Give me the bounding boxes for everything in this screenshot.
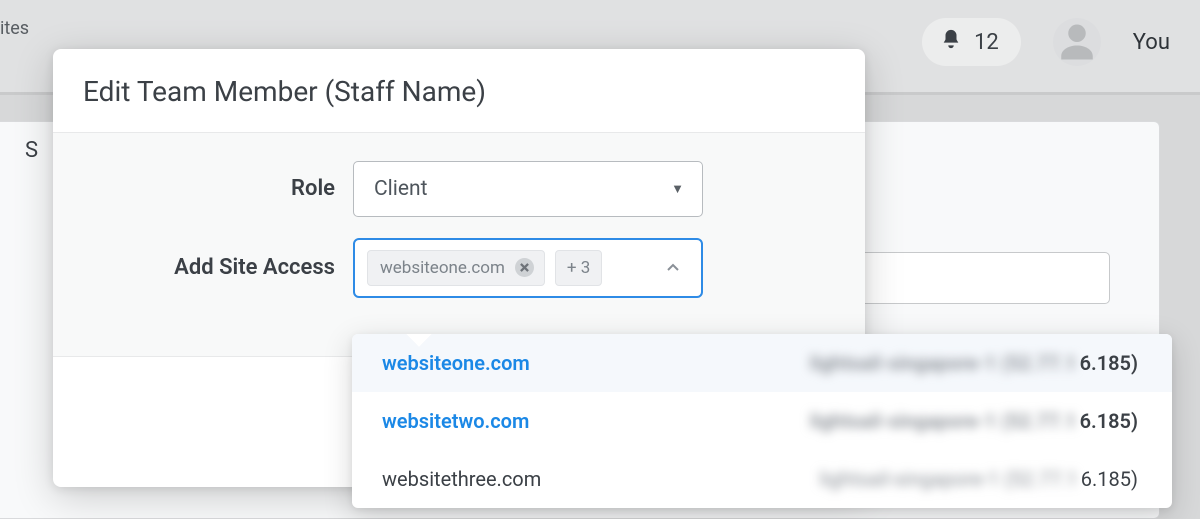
bell-icon: [940, 28, 962, 56]
modal-body: Role Client ▼ Add Site Access websiteone…: [53, 133, 865, 357]
option-site: websiteone.com: [382, 351, 530, 375]
dropdown-option[interactable]: websitethree.com lightsail-singapore-1 (…: [352, 450, 1172, 508]
role-label: Role: [53, 176, 353, 201]
appbar-right: 12 You: [922, 18, 1170, 66]
option-site: websitetwo.com: [382, 409, 529, 433]
caret-down-icon: ▼: [671, 181, 684, 197]
user-icon: [1056, 21, 1098, 63]
tag-label: websiteone.com: [380, 258, 505, 278]
chevron-up-icon: [665, 260, 681, 276]
site-access-multiselect[interactable]: websiteone.com + 3: [353, 238, 703, 298]
bg-fragment: S: [25, 138, 38, 163]
role-value: Client: [374, 177, 427, 201]
avatar[interactable]: [1053, 18, 1101, 66]
option-meta: lightsail-singapore-1 (52.77.1 6.185): [810, 351, 1138, 375]
role-row: Role Client ▼: [53, 149, 865, 228]
site-access-row: Add Site Access websiteone.com + 3: [53, 228, 865, 307]
dropdown-option[interactable]: websiteone.com lightsail-singapore-1 (52…: [352, 334, 1172, 392]
remove-tag-button[interactable]: [515, 258, 534, 277]
role-select[interactable]: Client ▼: [353, 161, 703, 217]
site-access-label: Add Site Access: [53, 255, 353, 280]
notification-count: 12: [974, 30, 999, 55]
option-meta: lightsail-singapore-1 (52.77.1 6.185): [819, 467, 1138, 491]
appbar-nav: ites: [0, 18, 29, 39]
dropdown-toggle[interactable]: [657, 260, 689, 276]
site-dropdown: websiteone.com lightsail-singapore-1 (52…: [352, 334, 1172, 508]
nav-fragment: ites: [0, 18, 29, 39]
user-label[interactable]: You: [1133, 30, 1170, 55]
overflow-count-tag[interactable]: + 3: [555, 250, 602, 286]
option-site: websitethree.com: [382, 467, 541, 491]
dropdown-option[interactable]: websitetwo.com lightsail-singapore-1 (52…: [352, 392, 1172, 450]
close-icon: [520, 263, 529, 272]
notification-pill[interactable]: 12: [922, 18, 1021, 66]
modal-title: Edit Team Member (Staff Name): [53, 49, 865, 133]
site-tag: websiteone.com: [367, 250, 545, 286]
option-meta: lightsail-singapore-1 (52.77.1 6.185): [810, 409, 1138, 433]
